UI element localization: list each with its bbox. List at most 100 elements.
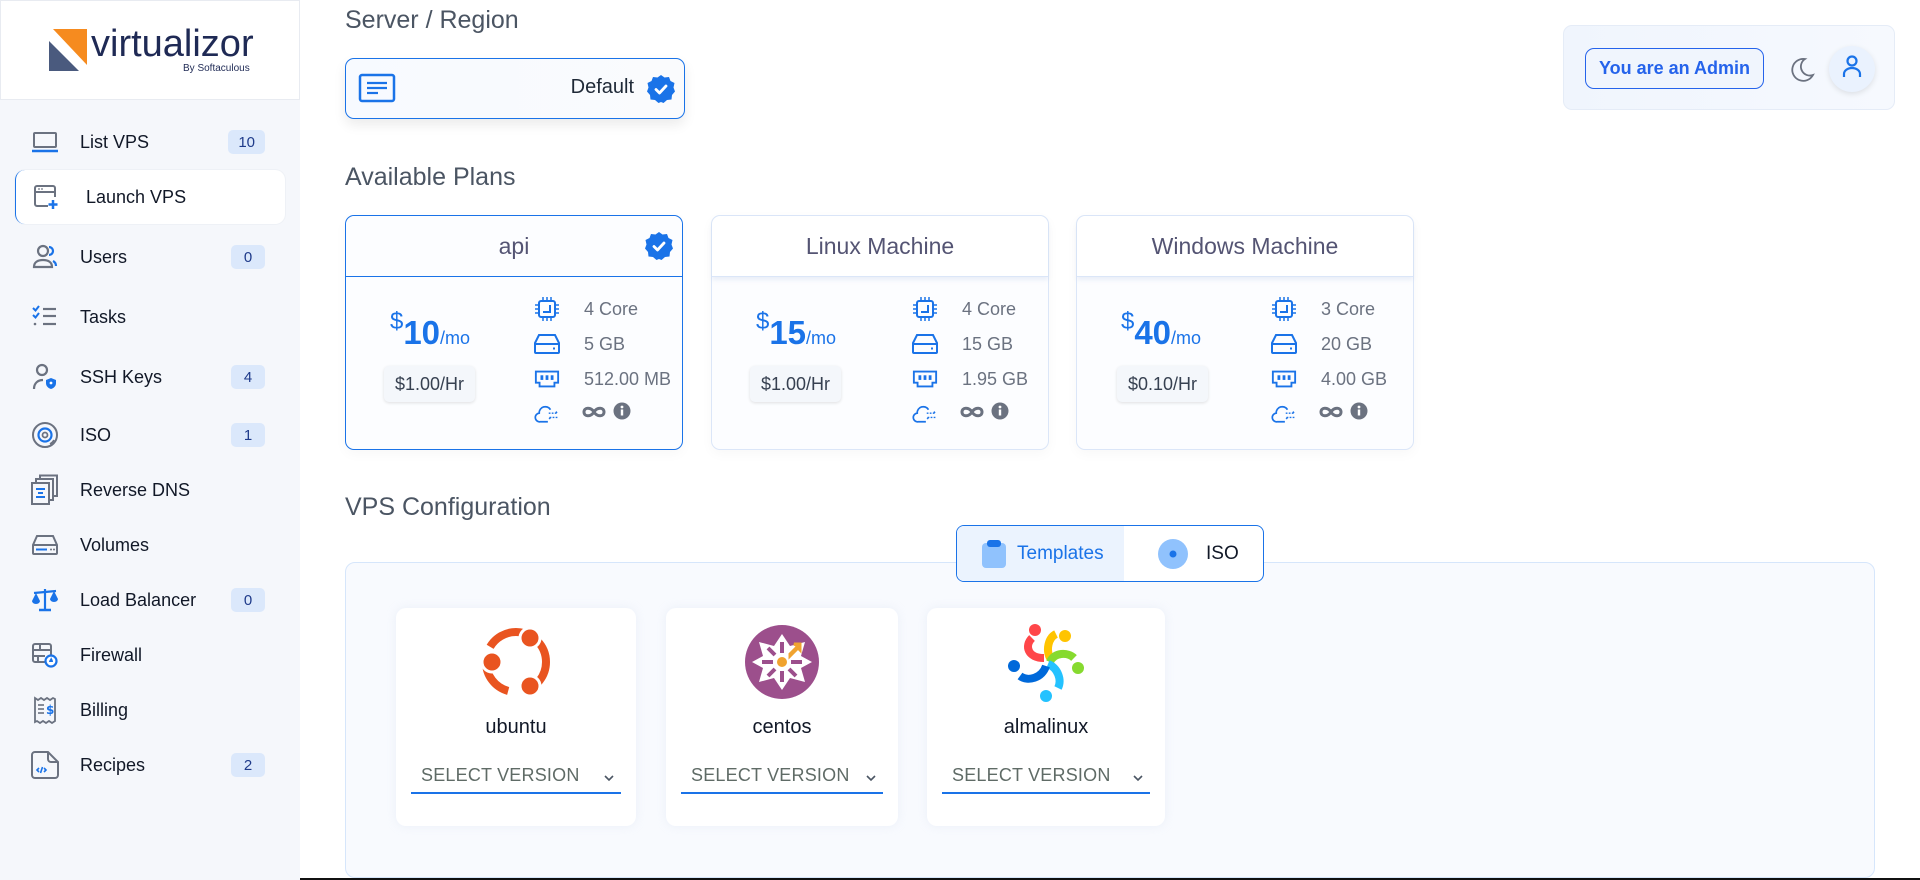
cloud-transfer-icon bbox=[912, 401, 938, 427]
sidebar-item-users[interactable]: Users 0 bbox=[15, 230, 285, 284]
sidebar-item-label: Launch VPS bbox=[86, 186, 187, 207]
spec-value: 4 Core bbox=[962, 298, 1017, 319]
price-period: /mo bbox=[440, 328, 471, 348]
sidebar-item-label: Tasks bbox=[80, 306, 127, 327]
cpu-icon bbox=[912, 296, 938, 322]
plan-spec-ram: 512.00 MB bbox=[534, 366, 671, 392]
plan-name: Linux Machine bbox=[805, 232, 955, 259]
os-name: ubuntu bbox=[485, 716, 547, 738]
spec-value: 20 GB bbox=[1321, 333, 1373, 354]
user-shield-icon bbox=[30, 362, 60, 392]
tab-templates[interactable]: Templates bbox=[957, 526, 1124, 581]
os-source-toggle: Templates ISO bbox=[956, 525, 1264, 582]
currency-symbol: $ bbox=[389, 308, 404, 335]
tab-iso[interactable]: ISO bbox=[1124, 526, 1263, 581]
chevron-down-icon bbox=[865, 769, 877, 787]
cpu-icon bbox=[1271, 296, 1297, 322]
window-plus-icon bbox=[31, 182, 61, 212]
documents-icon bbox=[30, 474, 60, 505]
memory-icon bbox=[534, 366, 560, 392]
sidebar-item-label: Billing bbox=[80, 699, 129, 720]
info-icon[interactable] bbox=[991, 402, 1009, 425]
sidebar-item-reverse-dns[interactable]: Reverse DNS bbox=[15, 463, 285, 517]
vps-configuration-title: VPS Configuration bbox=[345, 493, 551, 521]
tasks-checklist-icon bbox=[30, 302, 60, 332]
select-placeholder: SELECT VERSION bbox=[421, 765, 580, 785]
plan-spec-cpu: 4 Core bbox=[534, 296, 638, 322]
sidebar-item-iso[interactable]: ISO 1 bbox=[15, 408, 285, 462]
plan-card-windows-machine[interactable]: Windows Machine $40/mo $0.10/Hr 3 Core 2… bbox=[1076, 215, 1414, 450]
sidebar-item-recipes[interactable]: Recipes 2 bbox=[15, 738, 285, 792]
sidebar-item-list-vps[interactable]: List VPS 10 bbox=[15, 115, 285, 169]
sidebar-item-label: Volumes bbox=[80, 534, 150, 555]
plan-spec-bandwidth bbox=[1271, 401, 1368, 427]
plan-card-linux-machine[interactable]: Linux Machine $15/mo $1.00/Hr 4 Core 15 … bbox=[711, 215, 1049, 450]
laptop-icon bbox=[30, 127, 60, 157]
admin-role-button[interactable]: You are an Admin bbox=[1585, 48, 1764, 89]
logo-wordmark: virtualizor bbox=[91, 23, 254, 65]
code-file-icon bbox=[30, 750, 60, 780]
plan-name: Windows Machine bbox=[1151, 232, 1339, 259]
moon-icon[interactable] bbox=[1789, 57, 1815, 88]
sidebar-item-billing[interactable]: $ Billing bbox=[15, 683, 285, 737]
plan-monthly-price: $40/mo bbox=[1077, 308, 1245, 352]
count-badge: 4 bbox=[231, 365, 265, 389]
plan-hourly-price: $1.00/Hr bbox=[384, 366, 476, 402]
sidebar-item-firewall[interactable]: Firewall bbox=[15, 628, 285, 682]
server-region-title: Server / Region bbox=[345, 6, 519, 34]
centos-logo-icon bbox=[742, 622, 822, 702]
memory-icon bbox=[912, 366, 938, 392]
sidebar-item-ssh-keys[interactable]: SSH Keys 4 bbox=[15, 350, 285, 404]
os-card-centos[interactable]: centos SELECT VERSION bbox=[666, 608, 898, 826]
os-card-almalinux[interactable]: almalinux SELECT VERSION bbox=[927, 608, 1165, 826]
plan-header: Windows Machine bbox=[1077, 216, 1413, 277]
users-icon bbox=[30, 242, 60, 272]
virtualizor-logo[interactable]: virtualizor By Softaculous bbox=[49, 23, 259, 77]
spec-value: 512.00 MB bbox=[584, 368, 672, 389]
plan-spec-ram: 1.95 GB bbox=[912, 366, 1028, 392]
sidebar-item-label: Reverse DNS bbox=[80, 479, 191, 500]
sidebar-item-load-balancer[interactable]: Load Balancer 0 bbox=[15, 573, 285, 627]
count-badge: 0 bbox=[231, 588, 265, 612]
plan-spec-disk: 20 GB bbox=[1271, 331, 1372, 357]
price-amount: 15 bbox=[769, 314, 807, 351]
price-amount: 10 bbox=[403, 314, 441, 351]
count-badge: 2 bbox=[231, 753, 265, 777]
version-select-ubuntu[interactable]: SELECT VERSION bbox=[411, 756, 621, 794]
sidebar-item-label: List VPS bbox=[80, 131, 150, 152]
sidebar: virtualizor By Softaculous List VPS 10 L… bbox=[0, 0, 300, 880]
user-avatar-button[interactable] bbox=[1829, 46, 1875, 92]
infinity-icon bbox=[582, 405, 606, 424]
sidebar-item-tasks[interactable]: Tasks bbox=[15, 290, 285, 344]
sidebar-item-launch-vps[interactable]: Launch VPS bbox=[15, 170, 285, 224]
clipboard-icon bbox=[981, 539, 1007, 575]
os-card-ubuntu[interactable]: ubuntu SELECT VERSION bbox=[396, 608, 636, 826]
ubuntu-logo-icon bbox=[476, 622, 556, 702]
logo-mark-icon bbox=[49, 29, 87, 71]
disc-icon bbox=[30, 420, 60, 450]
disc-icon bbox=[1158, 539, 1188, 575]
spec-value: 5 GB bbox=[584, 333, 626, 354]
price-period: /mo bbox=[1171, 328, 1202, 348]
sidebar-item-label: ISO bbox=[80, 424, 112, 445]
infinity-icon bbox=[960, 405, 984, 424]
hard-drive-icon bbox=[912, 331, 938, 357]
info-icon[interactable] bbox=[1350, 402, 1368, 425]
info-icon[interactable] bbox=[613, 402, 631, 425]
receipt-dollar-icon: $ bbox=[30, 695, 60, 725]
server-option-default[interactable]: Default bbox=[345, 58, 685, 119]
sidebar-item-label: Users bbox=[80, 246, 128, 267]
plan-card-api[interactable]: api $10/mo $1.00/Hr 4 Core 5 GB 512.00 M… bbox=[345, 215, 683, 450]
select-placeholder: SELECT VERSION bbox=[952, 765, 1111, 785]
plan-spec-cpu: 4 Core bbox=[912, 296, 1016, 322]
chevron-down-icon bbox=[1132, 769, 1144, 787]
header-user-panel: You are an Admin bbox=[1563, 25, 1895, 110]
sidebar-item-volumes[interactable]: Volumes bbox=[15, 518, 285, 572]
plan-header: Linux Machine bbox=[712, 216, 1048, 277]
version-select-centos[interactable]: SELECT VERSION bbox=[681, 756, 883, 794]
available-plans-title: Available Plans bbox=[345, 163, 516, 191]
version-select-almalinux[interactable]: SELECT VERSION bbox=[942, 756, 1150, 794]
sidebar-item-label: SSH Keys bbox=[80, 366, 163, 387]
logo-area: virtualizor By Softaculous bbox=[0, 0, 300, 100]
cloud-transfer-icon bbox=[534, 401, 560, 427]
